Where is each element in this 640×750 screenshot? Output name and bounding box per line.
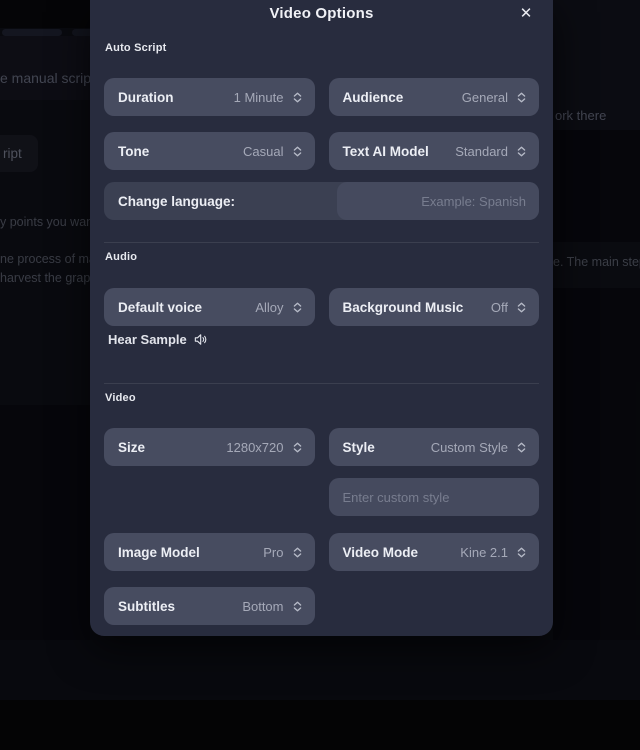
chevron-up-down-icon [517,547,526,557]
style-value: Custom Style [430,439,508,455]
screen: e manual script ript y points you want n… [0,0,640,750]
chevron-up-down-icon [293,442,301,452]
style-label: Style [342,439,375,455]
chevron-up-down-icon [517,302,526,312]
default-voice-value: Alloy [255,299,284,315]
subtitles-row-spacer [329,587,540,625]
default-voice-label: Default voice [118,299,203,315]
image-model-label: Image Model [118,544,200,560]
video-mode-label: Video Mode [342,544,419,560]
video-options-modal: Video Options ✕ Auto Script Duration 1 M… [90,0,553,636]
chevron-up-down-icon [293,92,301,102]
tone-label: Tone [118,143,150,159]
background-music-select[interactable]: Background Music Off [328,288,539,326]
size-label: Size [118,439,146,455]
audience-select[interactable]: Audience General [328,78,539,116]
chevron-up-down-icon [293,547,301,557]
video-mode-value: Kine 2.1 [460,544,508,560]
chevron-up-down-icon [293,302,301,312]
custom-style-spacer [104,478,315,516]
chevron-up-down-icon [293,146,301,156]
speaker-icon [194,334,207,345]
style-select[interactable]: Style Custom Style [328,428,539,466]
change-language-input[interactable] [337,182,539,220]
subtitles-select[interactable]: Subtitles Bottom [104,587,315,625]
modal-title: Video Options [269,5,374,22]
chevron-up-down-icon [517,442,526,452]
duration-label: Duration [118,89,174,105]
tone-select[interactable]: Tone Casual [104,132,315,170]
section-label-audio: Audio [105,251,138,263]
section-label-video: Video [105,392,136,404]
change-language-label: Change language: [118,193,236,209]
background-music-value: Off [490,299,508,315]
duration-value: 1 Minute [233,89,284,105]
hear-sample-button[interactable]: Hear Sample [108,332,208,347]
chevron-up-down-icon [517,92,526,102]
hear-sample-label: Hear Sample [108,332,187,347]
size-select[interactable]: Size 1280x720 [104,428,315,466]
default-voice-select[interactable]: Default voice Alloy [104,288,315,326]
text-ai-model-select[interactable]: Text AI Model Standard [328,132,539,170]
section-divider [104,383,539,384]
change-language-row: Change language: [104,182,539,220]
audience-value: General [461,89,508,105]
image-model-select[interactable]: Image Model Pro [104,533,315,571]
close-icon[interactable]: ✕ [515,3,537,25]
image-model-value: Pro [263,544,284,560]
section-label-auto-script: Auto Script [105,42,167,54]
chevron-up-down-icon [517,146,526,156]
subtitles-value: Bottom [242,598,284,614]
text-ai-model-label: Text AI Model [342,143,429,159]
audience-label: Audience [342,89,404,105]
custom-style-input[interactable] [328,478,539,516]
size-value: 1280x720 [226,439,284,455]
duration-select[interactable]: Duration 1 Minute [104,78,315,116]
chevron-up-down-icon [293,601,301,611]
subtitles-label: Subtitles [118,598,176,614]
background-music-label: Background Music [342,299,464,315]
tone-value: Casual [243,143,284,159]
video-mode-select[interactable]: Video Mode Kine 2.1 [328,533,539,571]
text-ai-model-value: Standard [455,143,508,159]
section-divider [104,242,539,243]
